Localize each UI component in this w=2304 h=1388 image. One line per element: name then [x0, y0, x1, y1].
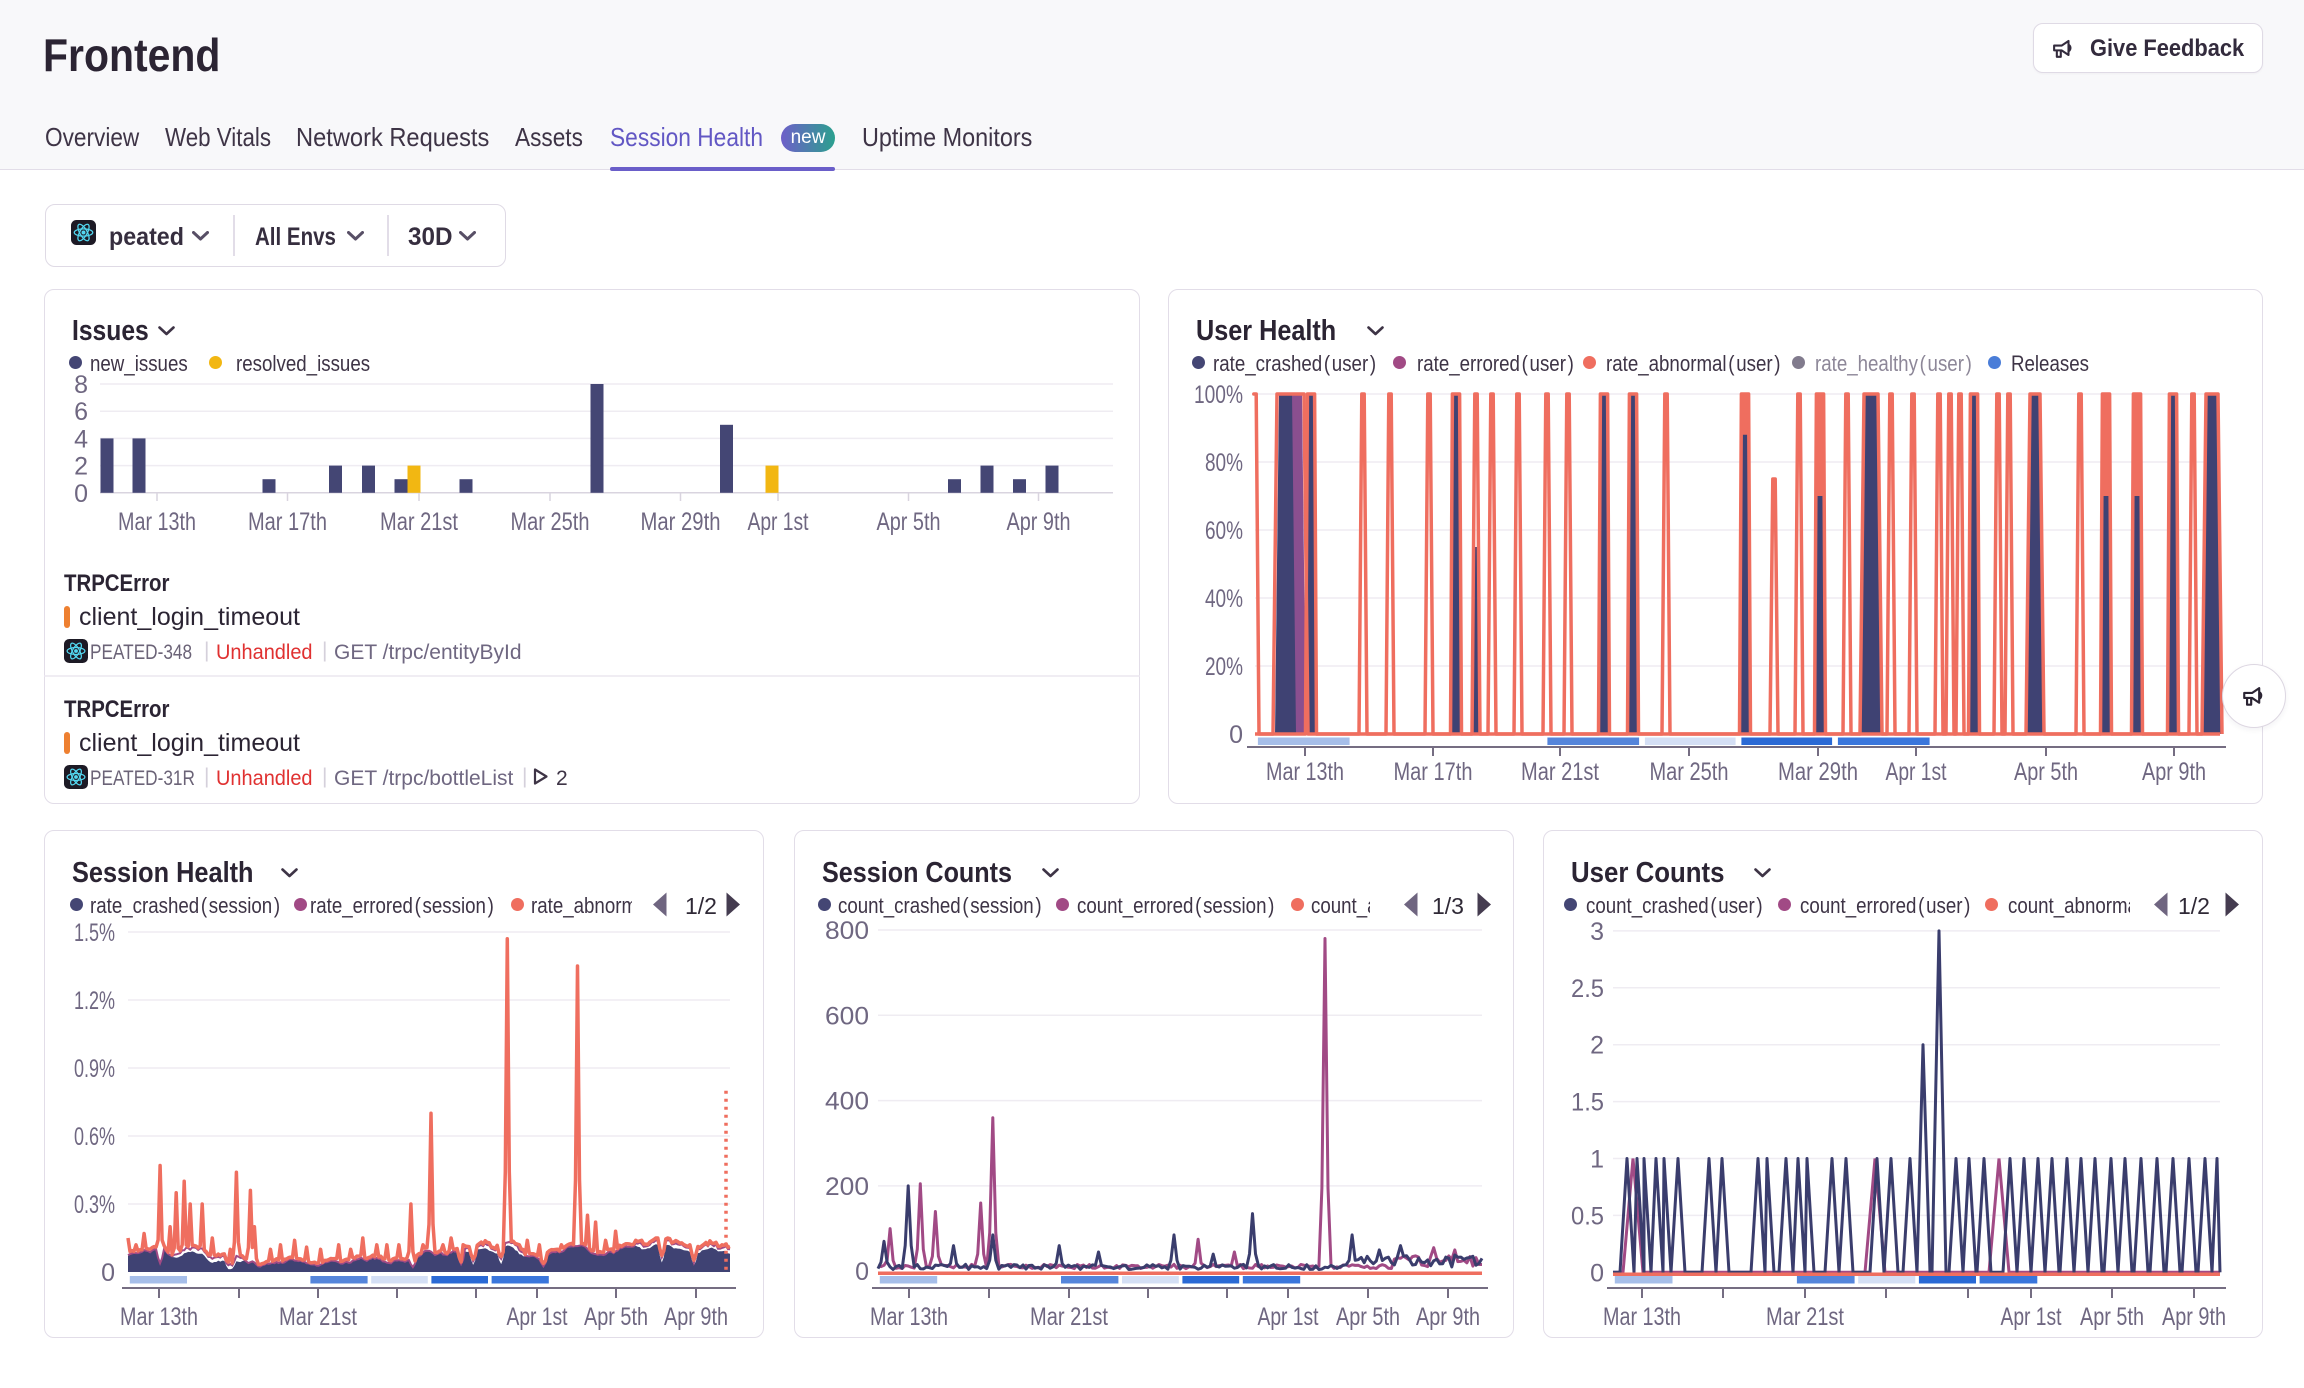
svg-text:2: 2 — [1590, 1032, 1604, 1060]
svg-text:Apr 9th: Apr 9th — [2162, 1303, 2226, 1331]
svg-text:Mar 29th: Mar 29th — [1778, 758, 1858, 786]
svg-text:Mar 17th: Mar 17th — [248, 508, 327, 536]
svg-text:0: 0 — [101, 1259, 115, 1287]
svg-text:4: 4 — [74, 425, 88, 453]
svg-text:2.5: 2.5 — [1571, 975, 1604, 1003]
svg-text:Mar 21st: Mar 21st — [1521, 758, 1599, 786]
svg-text:Mar 13th: Mar 13th — [870, 1303, 948, 1331]
svg-text:Mar 21st: Mar 21st — [1766, 1303, 1844, 1331]
svg-text:2: 2 — [74, 453, 88, 481]
svg-text:60%: 60% — [1205, 517, 1243, 545]
svg-text:20%: 20% — [1205, 653, 1243, 681]
svg-text:600: 600 — [825, 1002, 869, 1030]
svg-text:0: 0 — [855, 1258, 869, 1286]
svg-text:8: 8 — [74, 371, 88, 399]
svg-text:Mar 25th: Mar 25th — [1650, 758, 1729, 786]
svg-text:Mar 13th: Mar 13th — [120, 1303, 198, 1331]
svg-text:800: 800 — [825, 917, 869, 945]
svg-text:1: 1 — [1590, 1146, 1604, 1174]
svg-text:Apr 1st: Apr 1st — [507, 1303, 568, 1331]
svg-text:Apr 5th: Apr 5th — [584, 1303, 648, 1331]
svg-text:Apr 9th: Apr 9th — [1007, 508, 1071, 536]
svg-text:6: 6 — [74, 398, 88, 426]
svg-text:Apr 1st: Apr 1st — [748, 508, 809, 536]
svg-text:Apr 9th: Apr 9th — [664, 1303, 728, 1331]
svg-text:400: 400 — [825, 1088, 869, 1116]
svg-text:Mar 13th: Mar 13th — [1266, 758, 1344, 786]
svg-text:1.5: 1.5 — [1571, 1089, 1604, 1117]
svg-text:0: 0 — [74, 480, 88, 508]
svg-text:Mar 21st: Mar 21st — [1030, 1303, 1108, 1331]
svg-text:Apr 1st: Apr 1st — [1886, 758, 1947, 786]
svg-text:Apr 5th: Apr 5th — [877, 508, 941, 536]
svg-text:Mar 13th: Mar 13th — [118, 508, 196, 536]
svg-text:0.6%: 0.6% — [74, 1123, 115, 1151]
svg-text:40%: 40% — [1205, 585, 1243, 613]
svg-text:Apr 5th: Apr 5th — [2080, 1303, 2144, 1331]
svg-text:0: 0 — [1590, 1259, 1604, 1287]
svg-text:Mar 13th: Mar 13th — [1603, 1303, 1681, 1331]
svg-text:Apr 5th: Apr 5th — [1336, 1303, 1400, 1331]
svg-text:Apr 9th: Apr 9th — [2142, 758, 2206, 786]
svg-text:80%: 80% — [1205, 449, 1243, 477]
svg-text:200: 200 — [825, 1173, 869, 1201]
svg-text:Mar 29th: Mar 29th — [641, 508, 721, 536]
svg-text:100%: 100% — [1194, 381, 1243, 409]
svg-text:Mar 21st: Mar 21st — [279, 1303, 357, 1331]
svg-text:0.5: 0.5 — [1571, 1202, 1604, 1230]
svg-text:Apr 1st: Apr 1st — [1258, 1303, 1319, 1331]
svg-text:Apr 9th: Apr 9th — [1416, 1303, 1480, 1331]
svg-text:0: 0 — [1229, 721, 1243, 749]
svg-text:Mar 25th: Mar 25th — [511, 508, 590, 536]
svg-text:1.2%: 1.2% — [74, 987, 115, 1015]
svg-text:Mar 17th: Mar 17th — [1394, 758, 1473, 786]
svg-text:0.3%: 0.3% — [74, 1191, 115, 1219]
svg-text:Apr 1st: Apr 1st — [2001, 1303, 2062, 1331]
svg-text:3: 3 — [1590, 918, 1604, 946]
svg-text:1.5%: 1.5% — [74, 919, 115, 947]
svg-text:Apr 5th: Apr 5th — [2014, 758, 2078, 786]
svg-text:0.9%: 0.9% — [74, 1055, 115, 1083]
svg-text:Mar 21st: Mar 21st — [380, 508, 458, 536]
